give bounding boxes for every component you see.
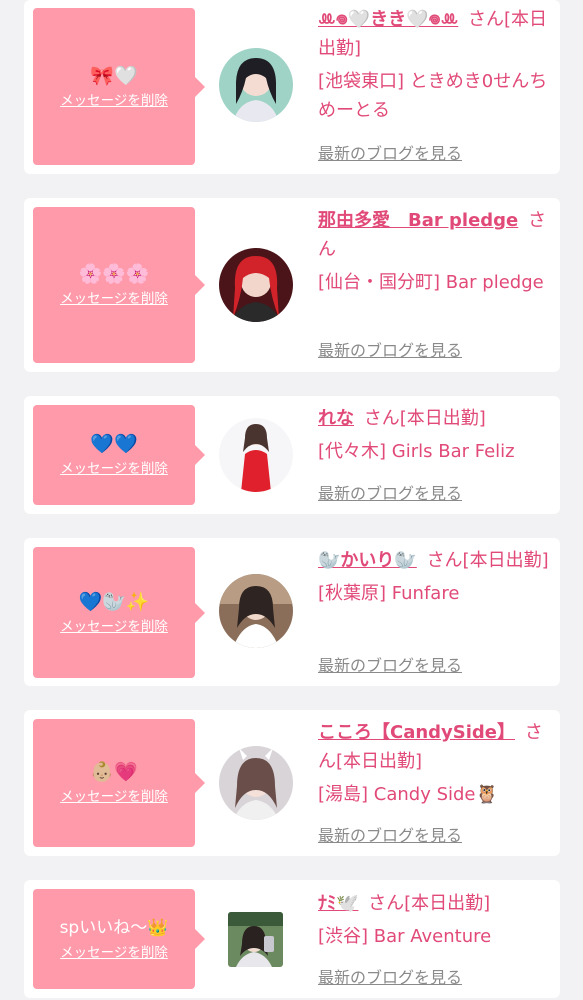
- message-text: 🌸🌸🌸: [78, 263, 150, 285]
- message-card: 🎀🤍 メッセージを削除 ꔛ𖦹🤍きき🤍𖦹ꔛ さん[本日出勤] [池袋東口] ときめ…: [24, 0, 560, 174]
- message-card: 👶🏼💗 メッセージを削除 こころ【CandySide】 さん[本日出勤] [湯島…: [24, 710, 560, 856]
- user-status: さん[本日出勤]: [368, 893, 491, 914]
- user-status: さん[本日出勤]: [426, 550, 549, 571]
- delete-message-link[interactable]: メッセージを削除: [60, 618, 168, 636]
- delete-message-link[interactable]: メッセージを削除: [60, 290, 168, 308]
- shop-name: [池袋東口] ときめき0せんちめーとる: [318, 71, 548, 121]
- message-text: 💙💙: [90, 433, 138, 455]
- latest-blog-link[interactable]: 最新のブログを見る: [318, 337, 462, 361]
- message-card: 🌸🌸🌸 メッセージを削除 那由多愛 Bar pledge さん [仙台・国分町]…: [24, 198, 560, 372]
- avatar[interactable]: [219, 48, 293, 122]
- shop-name: [湯島] Candy Side🦉: [318, 784, 498, 805]
- user-name-link[interactable]: 🦭かいり🦭: [318, 550, 417, 571]
- latest-blog-link[interactable]: 最新のブログを見る: [318, 964, 462, 988]
- delete-message-link[interactable]: メッセージを削除: [60, 92, 168, 110]
- user-info: 那由多愛 Bar pledge さん [仙台・国分町] Bar pledge: [318, 206, 554, 297]
- message-bubble: 🌸🌸🌸 メッセージを削除: [33, 207, 205, 363]
- shop-name: [仙台・国分町] Bar pledge: [318, 272, 544, 293]
- delete-message-link[interactable]: メッセージを削除: [60, 944, 168, 962]
- message-list: 🎀🤍 メッセージを削除 ꔛ𖦹🤍きき🤍𖦹ꔛ さん[本日出勤] [池袋東口] ときめ…: [0, 0, 583, 1000]
- user-info: 🦭かいり🦭 さん[本日出勤] [秋葉原] Funfare: [318, 546, 554, 608]
- message-bubble: 👶🏼💗 メッセージを削除: [33, 719, 205, 847]
- user-name-link[interactable]: れな: [318, 408, 354, 429]
- message-bubble: 💙💙 メッセージを削除: [33, 405, 205, 505]
- shop-name: [渋谷] Bar Aventure: [318, 926, 492, 947]
- delete-message-link[interactable]: メッセージを削除: [60, 788, 168, 806]
- message-text: 🎀🤍: [90, 64, 138, 87]
- message-bubble: 🎀🤍 メッセージを削除: [33, 8, 205, 165]
- shop-name: [秋葉原] Funfare: [318, 583, 460, 604]
- delete-message-link[interactable]: メッセージを削除: [60, 460, 168, 478]
- message-card: 💙🦭✨ メッセージを削除 🦭かいり🦭 さん[本日出勤] [秋葉原] Funfar…: [24, 538, 560, 686]
- message-text: spいいね〜👑: [59, 918, 169, 938]
- user-name-link[interactable]: こころ【CandySide】: [318, 722, 515, 743]
- user-info: れな さん[本日出勤] [代々木] Girls Bar Feliz: [318, 404, 554, 466]
- avatar[interactable]: [228, 912, 283, 967]
- message-card: 💙💙 メッセージを削除 れな さん[本日出勤] [代々木] Girls Bar …: [24, 396, 560, 514]
- user-info: ﾅﾐ🕊️ さん[本日出勤] [渋谷] Bar Aventure: [318, 889, 554, 951]
- message-text: 👶🏼💗: [90, 761, 138, 783]
- user-info: こころ【CandySide】 さん[本日出勤] [湯島] Candy Side🦉: [318, 718, 554, 809]
- latest-blog-link[interactable]: 最新のブログを見る: [318, 652, 462, 676]
- latest-blog-link[interactable]: 最新のブログを見る: [318, 822, 462, 846]
- shop-name: [代々木] Girls Bar Feliz: [318, 441, 515, 462]
- avatar[interactable]: [219, 746, 293, 820]
- message-bubble: 💙🦭✨ メッセージを削除: [33, 547, 205, 678]
- message-card: spいいね〜👑 メッセージを削除 ﾅﾐ🕊️ さん[本日出勤] [渋谷] Bar …: [24, 880, 560, 998]
- latest-blog-link[interactable]: 最新のブログを見る: [318, 480, 462, 504]
- message-bubble: spいいね〜👑 メッセージを削除: [33, 889, 205, 989]
- avatar[interactable]: [219, 418, 293, 492]
- avatar[interactable]: [219, 248, 293, 322]
- avatar[interactable]: [219, 574, 293, 648]
- user-status: さん[本日出勤]: [363, 408, 486, 429]
- user-name-link[interactable]: ꔛ𖦹🤍きき🤍𖦹ꔛ: [318, 9, 458, 30]
- user-name-link[interactable]: 那由多愛 Bar pledge: [318, 210, 518, 231]
- message-text: 💙🦭✨: [78, 590, 150, 613]
- user-name-link[interactable]: ﾅﾐ🕊️: [318, 893, 358, 914]
- user-info: ꔛ𖦹🤍きき🤍𖦹ꔛ さん[本日出勤] [池袋東口] ときめき0せんちめーとる: [318, 5, 554, 125]
- latest-blog-link[interactable]: 最新のブログを見る: [318, 140, 462, 164]
